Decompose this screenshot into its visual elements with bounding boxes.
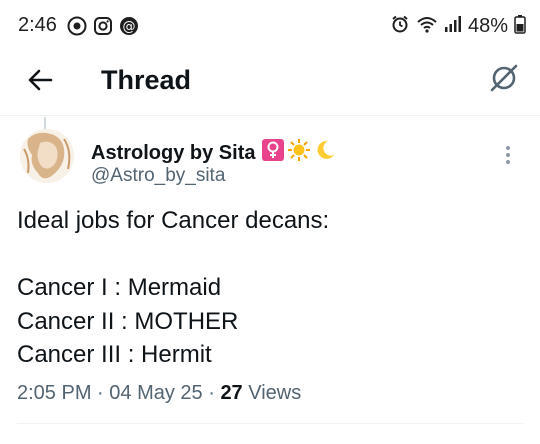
sun-emoji-icon	[287, 138, 311, 168]
avatar[interactable]	[20, 129, 74, 183]
back-button[interactable]	[22, 64, 58, 100]
thread-connector-line	[44, 117, 46, 129]
meta-separator: ·	[208, 382, 221, 404]
alarm-icon	[390, 14, 410, 39]
vertical-ellipsis-icon	[505, 145, 511, 170]
tweet-text-line: Cancer II : MOTHER	[17, 307, 239, 335]
grok-button[interactable]	[484, 60, 524, 100]
back-arrow-icon	[26, 66, 54, 99]
tweet-text-line: Cancer I : Mermaid	[17, 274, 222, 301]
grok-icon	[488, 62, 520, 99]
status-bar: 2:46 @ 48%	[0, 0, 540, 50]
crescent-moon-emoji-icon	[313, 138, 337, 168]
meta-separator: ·	[97, 382, 110, 404]
wifi-icon	[416, 14, 438, 39]
tweet-date[interactable]: 04 May 25	[109, 382, 202, 404]
status-time: 2:46	[18, 14, 57, 36]
status-right: 48%	[390, 14, 526, 39]
circle-check-icon	[66, 15, 88, 42]
tweet-meta: 2:05 PM · 04 May 25 · 27 Views	[17, 380, 301, 406]
status-left-icons: @	[66, 15, 140, 42]
author-emojis	[261, 138, 337, 168]
threads-icon: @	[118, 15, 140, 42]
tweet-text-line: Ideal jobs for Cancer decans:	[17, 207, 330, 234]
views-label: Views	[248, 382, 302, 404]
instagram-icon	[92, 15, 114, 42]
tweet-text-line	[17, 238, 517, 272]
tweet-time[interactable]: 2:05 PM	[17, 382, 91, 404]
svg-text:@: @	[123, 20, 136, 35]
battery-icon	[514, 14, 526, 39]
signal-icon	[444, 15, 462, 38]
more-options-button[interactable]	[496, 145, 520, 169]
battery-percent: 48%	[467, 15, 508, 37]
tweet-text-line: Cancer III : Hermit	[17, 341, 212, 368]
author-name-text: Astrology by Sita	[91, 142, 256, 164]
views-count: 27	[220, 382, 243, 404]
divider	[17, 423, 523, 424]
thread-header: Thread	[0, 50, 540, 116]
page-title: Thread	[101, 65, 192, 95]
tweet-text: Ideal jobs for Cancer decans: Cancer I :…	[17, 204, 517, 372]
author-handle[interactable]: @Astro_by_sita	[91, 164, 225, 188]
female-sign-emoji-icon	[261, 138, 285, 168]
